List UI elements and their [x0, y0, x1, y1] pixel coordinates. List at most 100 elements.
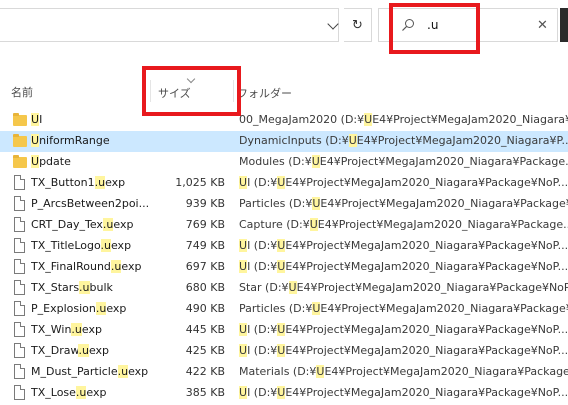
file-size: 749 KB	[185, 239, 225, 252]
text-segment: exp	[105, 176, 126, 189]
search-match-highlight: .u	[94, 176, 106, 189]
text-segment: E4¥Project¥MegaJam2020_Niagara¥Package¥N…	[285, 323, 568, 336]
file-size: 769 KB	[185, 218, 225, 231]
text-segment: exp	[121, 260, 142, 273]
file-row[interactable]: TX_Win.uexp 445 KB UI (D:¥UE4¥Project¥Mega…	[0, 320, 568, 341]
file-folder-path: Capture (D:¥UE4¥Project¥MegaJam2020_Niag…	[239, 218, 568, 231]
file-icon-shape	[14, 217, 25, 232]
folder-icon-shape	[13, 113, 27, 126]
file-size: 422 KB	[185, 365, 225, 378]
file-row[interactable]: M_Dust_Particle.uexp 422 KB Materials (D:¥…	[0, 362, 568, 383]
text-segment: E4¥Project¥MegaJam2020_Niagara¥Package¥N…	[285, 260, 568, 273]
text-segment: I (D:¥	[247, 176, 278, 189]
search-match-highlight: U	[239, 323, 248, 336]
file-size: 1,025 KB	[175, 176, 225, 189]
file-row[interactable]: TX_Draw.uexp 425 KB UI (D:¥UE4¥Project¥Meg…	[0, 341, 568, 362]
file-name: Update	[31, 155, 149, 168]
file-name: CRT_Day_Tex.uexp	[31, 218, 149, 231]
file-size: 680 KB	[185, 281, 225, 294]
file-size: 697 KB	[185, 260, 225, 273]
text-segment: Particles (D:¥	[239, 197, 313, 210]
folder-icon	[13, 133, 27, 149]
folder-row[interactable]: UniformRange DynamicInputs (D:¥UE4¥Projec…	[0, 131, 568, 152]
file-name: P_Explosion.uexp	[31, 302, 149, 315]
text-segment: I (D:¥	[247, 260, 278, 273]
text-segment: DynamicInputs (D:¥	[239, 134, 349, 147]
folder-row[interactable]: UI 00_MegaJam2020 (D:¥UE4¥Project¥MegaJam…	[0, 110, 568, 131]
text-segment: exp	[88, 344, 110, 357]
file-icon	[13, 217, 27, 233]
file-icon-shape	[14, 301, 25, 316]
file-icon	[13, 238, 27, 254]
file-name: TX_Lose.uexp	[31, 386, 149, 399]
file-size: 425 KB	[185, 344, 225, 357]
file-icon-shape	[14, 322, 25, 337]
file-size: 445 KB	[185, 323, 225, 336]
text-segment: exp	[106, 302, 127, 315]
text-segment: P_ArcsBetween2poi...	[31, 197, 149, 210]
text-segment: P_Explosion	[31, 302, 96, 315]
file-icon-shape	[14, 175, 25, 190]
search-match-highlight: U	[288, 281, 297, 294]
file-row[interactable]: TX_TitleLogo.uexp 749 KB UI (D:¥UE4¥Projec…	[0, 236, 568, 257]
file-name: P_ArcsBetween2poi...	[31, 197, 149, 210]
text-segment: M_Dust_Particle	[31, 365, 118, 378]
text-segment: 00_MegaJam2020 (D:¥	[239, 113, 365, 126]
search-match-highlight: .u	[100, 239, 111, 252]
text-segment: E4¥Project¥MegaJam2020_Niagara¥Package¥.…	[320, 197, 568, 210]
search-match-highlight: U	[239, 239, 248, 252]
file-name: UniformRange	[31, 134, 149, 147]
address-bar[interactable]	[0, 8, 339, 42]
file-folder-path: Star (D:¥UE4¥Project¥MegaJam2020_Niagara…	[239, 281, 568, 294]
column-header-name[interactable]: 名前	[11, 84, 33, 100]
text-segment: pdate	[39, 155, 71, 168]
text-segment: E4¥Project¥MegaJam2020_Niagara¥P...	[356, 134, 568, 147]
highlight-box-size-column	[142, 66, 241, 116]
text-segment: E4¥Project¥MegaJam2020_Niagara¥Package¥N…	[285, 176, 568, 189]
file-name: TX_TitleLogo.uexp	[31, 239, 149, 252]
file-icon	[13, 196, 27, 212]
file-name: TX_Stars.ubulk	[31, 281, 149, 294]
search-match-highlight: .u	[75, 386, 87, 399]
file-row[interactable]: P_Explosion.uexp 490 KB Particles (D:¥UE4¥…	[0, 299, 568, 320]
text-segment: I (D:¥	[247, 386, 278, 399]
search-match-highlight: U	[311, 155, 320, 168]
file-folder-path: Particles (D:¥UE4¥Project¥MegaJam2020_Ni…	[239, 197, 568, 210]
file-name: UI	[31, 113, 149, 126]
file-size: 939 KB	[185, 197, 225, 210]
text-segment: E4¥Project¥MegaJam2020_Niagara¥Package¥N…	[285, 386, 568, 399]
file-icon	[13, 175, 27, 191]
toolbar-edge-button[interactable]	[560, 8, 568, 42]
file-folder-path: Particles (D:¥UE4¥Project¥MegaJam2020_Ni…	[239, 302, 568, 315]
file-row[interactable]: CRT_Day_Tex.uexp 769 KB Capture (D:¥UE4¥Pr…	[0, 215, 568, 236]
file-name: TX_Draw.uexp	[31, 344, 149, 357]
file-row[interactable]: TX_Stars.ubulk 680 KB Star (D:¥UE4¥Project…	[0, 278, 568, 299]
file-row[interactable]: TX_Lose.uexp 385 KB UI (D:¥UE4¥Project¥Meg…	[0, 383, 568, 404]
file-name: TX_Win.uexp	[31, 323, 149, 336]
close-icon[interactable]: ✕	[537, 18, 548, 33]
folder-icon-shape	[13, 155, 27, 168]
folder-row[interactable]: Update Modules (D:¥UE4¥Project¥MegaJam202…	[0, 152, 568, 173]
file-icon-shape	[14, 364, 25, 379]
text-segment: bulk	[89, 281, 113, 294]
text-segment: Modules (D:¥	[239, 155, 312, 168]
file-row[interactable]: TX_FinalRound.uexp 697 KB UI (D:¥UE4¥Proje…	[0, 257, 568, 278]
address-dropdown-button[interactable]	[327, 8, 343, 42]
text-segment: Particles (D:¥	[239, 302, 313, 315]
file-icon-shape	[14, 196, 25, 211]
search-match-highlight: U	[239, 386, 248, 399]
search-match-highlight: .u	[95, 302, 107, 315]
file-name: TX_Button1.uexp	[31, 176, 149, 189]
file-row[interactable]: P_ArcsBetween2poi... 939 KB Particles (D:¥…	[0, 194, 568, 215]
file-folder-path: 00_MegaJam2020 (D:¥UE4¥Project¥MegaJam20…	[239, 113, 568, 126]
refresh-button[interactable]: ↻	[344, 8, 372, 42]
file-row[interactable]: TX_Button1.uexp 1,025 KB UI (D:¥UE4¥Projec…	[0, 173, 568, 194]
column-header-folder[interactable]: フォルダー	[237, 85, 292, 101]
search-match-highlight: U	[239, 344, 248, 357]
file-icon	[13, 259, 27, 275]
text-segment: I (D:¥	[247, 323, 278, 336]
search-match-highlight: U	[31, 155, 40, 168]
file-folder-path: UI (D:¥UE4¥Project¥MegaJam2020_Niagara¥P…	[239, 323, 568, 336]
file-icon-shape	[14, 259, 25, 274]
search-match-highlight: .u	[71, 323, 82, 336]
